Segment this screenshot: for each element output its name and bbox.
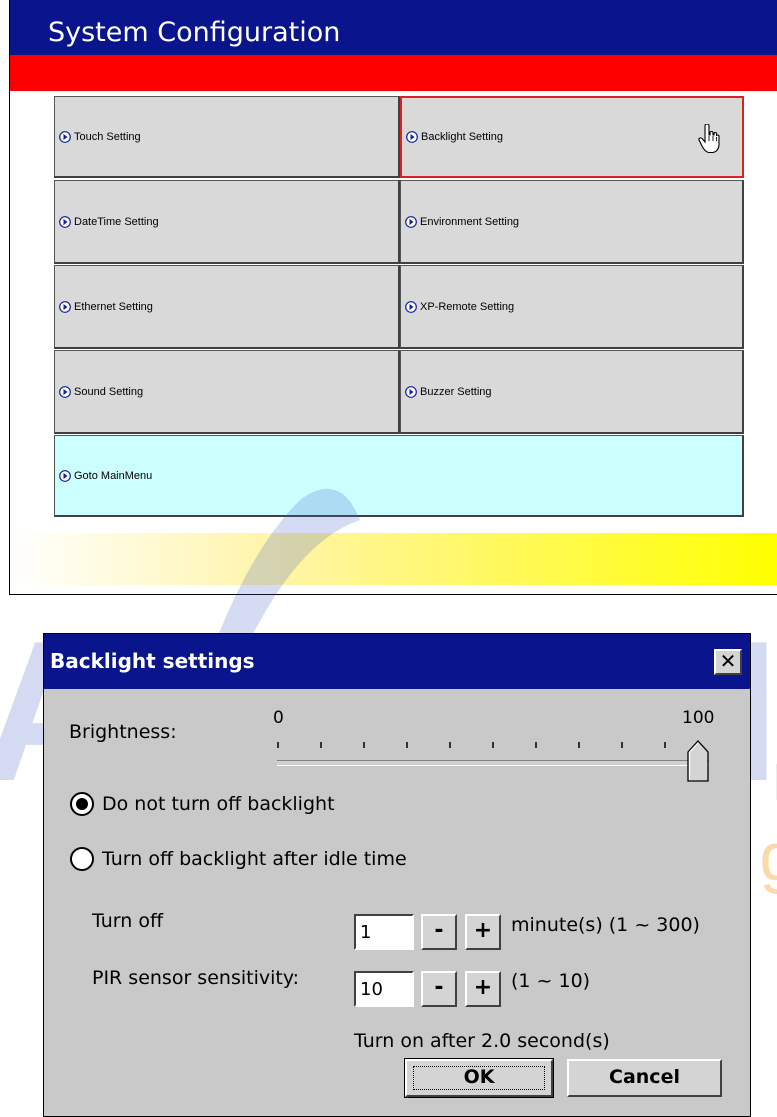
pir-decrement-button[interactable]: - — [421, 971, 457, 1007]
arrow-right-icon — [405, 385, 417, 398]
touch-setting-button[interactable]: Touch Setting — [54, 96, 400, 178]
slider-min-label: 0 — [273, 708, 284, 728]
pir-sensitivity-input[interactable]: 10 — [354, 971, 414, 1007]
title-bar: System Configuration — [10, 0, 777, 55]
arrow-right-icon — [59, 300, 71, 313]
goto-main-menu-label: Goto MainMenu — [74, 469, 153, 482]
cancel-label: Cancel — [609, 1066, 680, 1088]
slider-ticks — [277, 742, 699, 748]
xp-remote-setting-button[interactable]: XP-Remote Setting — [400, 265, 744, 349]
xp-remote-setting-label: XP-Remote Setting — [420, 300, 515, 313]
arrow-right-icon — [59, 130, 71, 143]
yellow-footer-bar — [10, 533, 777, 585]
arrow-right-icon — [406, 131, 418, 143]
turn-off-minutes-input[interactable]: 1 — [354, 914, 414, 950]
turn-off-label: Turn off — [92, 910, 164, 932]
backlight-setting-label: Backlight Setting — [421, 131, 503, 143]
turn-off-after-idle-label: Turn off backlight after idle time — [102, 848, 407, 870]
arrow-right-icon — [405, 300, 417, 313]
brightness-label: Brightness: — [69, 721, 177, 743]
cancel-button[interactable]: Cancel — [567, 1059, 722, 1097]
arrow-right-icon — [59, 385, 71, 398]
arrow-right-icon — [59, 215, 71, 228]
turn-on-delay-text: Turn on after 2.0 second(s) — [354, 1030, 610, 1052]
pir-increment-button[interactable]: + — [465, 971, 501, 1007]
dialog-title: Backlight settings — [50, 649, 255, 673]
brightness-slider-track[interactable] — [277, 760, 709, 766]
sound-setting-label: Sound Setting — [74, 385, 144, 398]
backlight-settings-dialog: Backlight settings ✕ Brightness: 0 100 D… — [43, 633, 751, 1117]
ethernet-setting-label: Ethernet Setting — [74, 300, 153, 313]
arrow-right-icon — [405, 215, 417, 228]
arrow-right-icon — [59, 469, 71, 482]
backlight-setting-button[interactable]: Backlight Setting — [400, 96, 744, 178]
page-title: System Configuration — [48, 17, 341, 48]
pir-sensitivity-label: PIR sensor sensitivity: — [92, 967, 300, 989]
environment-setting-button[interactable]: Environment Setting — [400, 180, 744, 264]
buzzer-setting-button[interactable]: Buzzer Setting — [400, 350, 744, 434]
close-icon: ✕ — [719, 649, 737, 673]
focus-rect — [413, 1066, 545, 1090]
system-configuration-window: System Configuration Touch Setting Backl… — [9, 0, 777, 595]
do-not-turn-off-radio[interactable] — [70, 792, 94, 816]
turn-off-increment-button[interactable]: + — [465, 914, 501, 950]
buzzer-setting-label: Buzzer Setting — [420, 385, 492, 398]
touch-setting-label: Touch Setting — [74, 130, 141, 143]
datetime-setting-label: DateTime Setting — [74, 215, 159, 228]
close-button[interactable]: ✕ — [714, 649, 742, 675]
sound-setting-button[interactable]: Sound Setting — [54, 350, 400, 434]
datetime-setting-button[interactable]: DateTime Setting — [54, 180, 400, 264]
ok-button[interactable]: OK — [404, 1058, 554, 1098]
slider-max-label: 100 — [682, 708, 715, 728]
dialog-title-bar: Backlight settings ✕ — [44, 634, 750, 689]
hand-cursor-icon — [698, 124, 720, 154]
red-header-bar — [10, 55, 777, 91]
do-not-turn-off-label: Do not turn off backlight — [102, 793, 335, 815]
goto-main-menu-button[interactable]: Goto MainMenu — [54, 435, 744, 517]
pir-range-label: (1 ~ 10) — [511, 970, 591, 992]
settings-grid: Touch Setting Backlight Setting DateTime… — [54, 96, 744, 517]
turn-off-decrement-button[interactable]: - — [421, 914, 457, 950]
brightness-slider-thumb[interactable] — [687, 740, 709, 782]
turn-off-after-idle-radio[interactable] — [70, 847, 94, 871]
ethernet-setting-button[interactable]: Ethernet Setting — [54, 265, 400, 349]
turn-off-range-label: minute(s) (1 ~ 300) — [511, 914, 700, 936]
radio-selected-dot — [76, 798, 88, 810]
environment-setting-label: Environment Setting — [420, 215, 520, 228]
